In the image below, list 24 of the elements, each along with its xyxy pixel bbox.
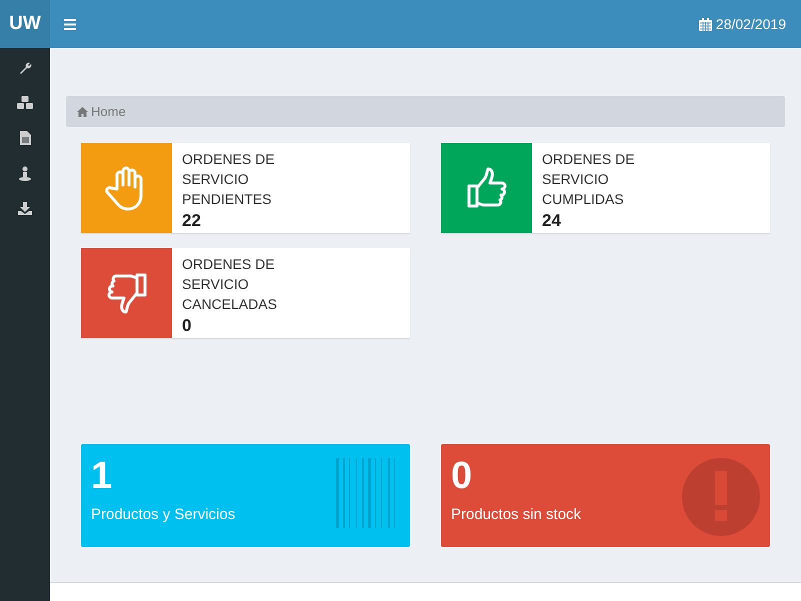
- stat-number: 0: [451, 454, 472, 498]
- cubes-icon[interactable]: [17, 96, 33, 110]
- thumbs-down-icon: [104, 271, 148, 315]
- date-text: 28/02/2019: [716, 16, 786, 32]
- person-pin-icon[interactable]: [18, 166, 32, 181]
- info-box-label: ORDENES DE SERVICIO CUMPLIDAS: [542, 150, 636, 209]
- home-icon: [77, 106, 88, 116]
- info-box-count: 24: [542, 210, 562, 232]
- document-icon[interactable]: [20, 131, 30, 145]
- brand-logo[interactable]: UW: [0, 0, 50, 48]
- stat-label: Productos y Servicios: [91, 506, 236, 523]
- stat-label: Productos sin stock: [451, 506, 582, 523]
- download-icon[interactable]: [18, 202, 32, 215]
- calendar-icon: [698, 18, 712, 30]
- wrench-icon[interactable]: [18, 62, 32, 75]
- info-box-label: ORDENES DE SERVICIO PENDIENTES: [182, 150, 276, 209]
- breadcrumb-link[interactable]: Home: [91, 104, 126, 119]
- thumbs-up-icon: [464, 166, 508, 210]
- menu-icon[interactable]: [64, 18, 76, 30]
- stat-number: 1: [91, 454, 112, 498]
- info-box-label: ORDENES DE SERVICIO CANCELADAS: [182, 255, 278, 314]
- info-box-count: 22: [182, 210, 202, 232]
- info-box-count: 0: [182, 315, 192, 337]
- alert-icon: [682, 458, 760, 536]
